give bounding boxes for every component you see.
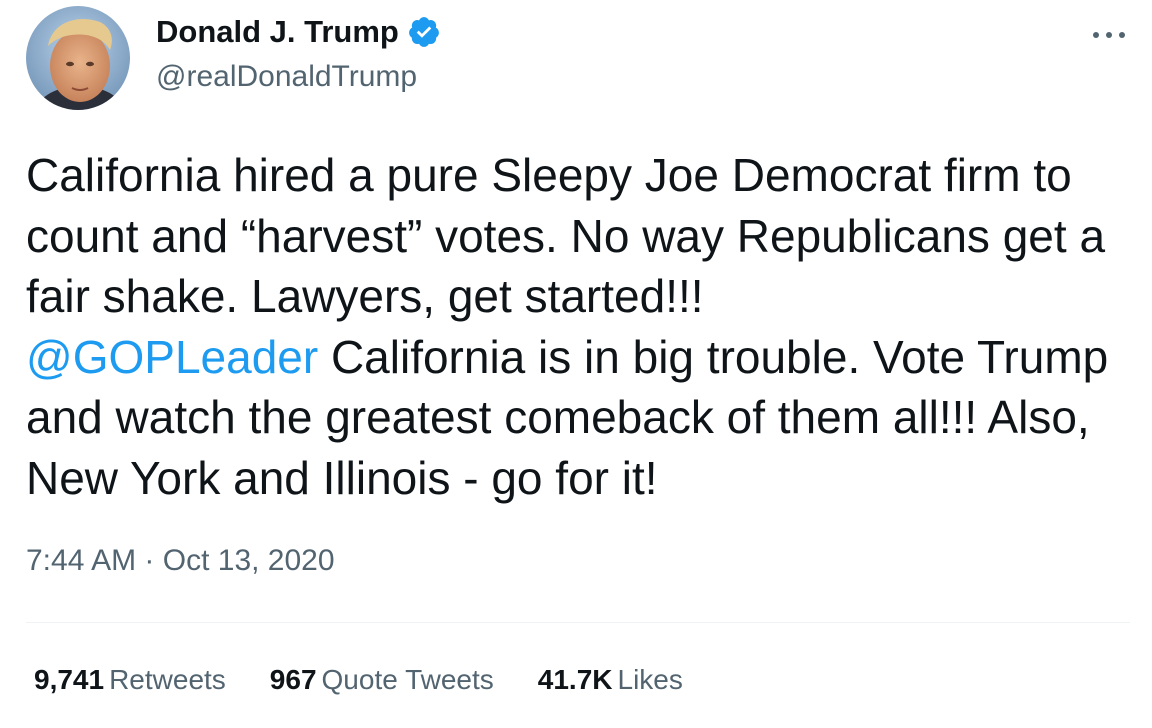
tweet-text-part-1: California hired a pure Sleepy Joe Democ… [26, 149, 1106, 322]
avatar-image [26, 6, 130, 110]
avatar[interactable] [26, 6, 130, 110]
mention-link[interactable]: @GOPLeader [26, 331, 318, 383]
divider [26, 622, 1130, 623]
author-display-name[interactable]: Donald J. Trump [156, 14, 399, 50]
tweet-time[interactable]: 7:44 AM [26, 544, 136, 577]
tweet-text: California hired a pure Sleepy Joe Democ… [26, 145, 1141, 508]
quote-tweets-label: Quote Tweets [321, 664, 494, 695]
quote-tweets-stat[interactable]: 967 Quote Tweets [270, 664, 494, 696]
more-options-icon[interactable] [1084, 20, 1134, 50]
tweet-card: Donald J. Trump @realDonaldTrump Califor… [0, 0, 1152, 728]
author-name-row: Donald J. Trump [156, 14, 441, 50]
engagement-stats: 9,741 Retweets 967 Quote Tweets 41.7K Likes [34, 664, 727, 696]
likes-label: Likes [617, 664, 683, 695]
likes-count: 41.7K [537, 664, 613, 695]
verified-badge-icon [407, 15, 441, 49]
likes-stat[interactable]: 41.7K Likes [538, 664, 683, 696]
tweet-timestamp: 7:44 AM · Oct 13, 2020 [26, 544, 335, 578]
retweets-label: Retweets [109, 664, 226, 695]
retweets-count: 9,741 [34, 664, 105, 695]
quote-tweets-count: 967 [269, 664, 317, 695]
retweets-stat[interactable]: 9,741 Retweets [34, 664, 226, 696]
tweet-date[interactable]: Oct 13, 2020 [163, 544, 335, 577]
timestamp-separator: · [136, 544, 163, 577]
author-handle[interactable]: @realDonaldTrump [156, 60, 417, 94]
